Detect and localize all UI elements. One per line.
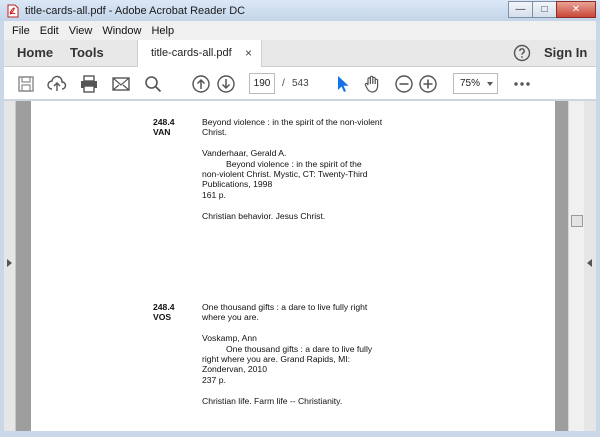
page-down-icon[interactable] bbox=[216, 74, 236, 94]
tab-bar: Home Tools title-cards-all.pdf × Sign In bbox=[4, 40, 596, 67]
close-window-button[interactable]: ✕ bbox=[556, 1, 596, 18]
card-title-cont: Christ. bbox=[202, 127, 227, 138]
expand-right-panel-icon bbox=[587, 259, 592, 267]
card-entry-line: right where you are. Grand Rapids, MI: bbox=[202, 354, 351, 365]
tab-document[interactable]: title-cards-all.pdf × bbox=[137, 40, 262, 67]
menu-help[interactable]: Help bbox=[151, 25, 174, 37]
expand-left-panel-icon bbox=[7, 259, 12, 267]
card-title-cont: where you are. bbox=[202, 312, 259, 323]
window-title: title-cards-all.pdf - Adobe Acrobat Read… bbox=[25, 4, 246, 17]
call-number-class: 248.4 bbox=[153, 117, 175, 127]
card-subjects: Christian life. Farm life -- Christianit… bbox=[202, 395, 343, 406]
card-entry-line: One thousand gifts : a dare to live full… bbox=[226, 343, 373, 354]
card-subjects: Christian behavior. Jesus Christ. bbox=[202, 210, 326, 221]
document-viewport[interactable]: 248.4 VAN Beyond violence : in the spiri… bbox=[4, 101, 596, 431]
card-author: Vanderhaar, Gerald A. bbox=[202, 148, 287, 159]
menu-view[interactable]: View bbox=[69, 25, 93, 37]
tab-home[interactable]: Home bbox=[17, 45, 53, 60]
card-author: Voskamp, Ann bbox=[202, 333, 257, 344]
minimize-button[interactable]: — bbox=[508, 1, 533, 18]
menu-file[interactable]: File bbox=[12, 25, 30, 37]
call-number-cutter: VOS bbox=[153, 312, 172, 323]
window-bottom-border bbox=[0, 431, 600, 437]
tab-tools[interactable]: Tools bbox=[70, 45, 104, 60]
chevron-down-icon bbox=[487, 82, 493, 86]
tab-close-button[interactable]: × bbox=[245, 46, 252, 60]
zoom-in-icon[interactable] bbox=[418, 74, 438, 94]
maximize-button[interactable]: □ bbox=[532, 1, 557, 18]
vertical-scrollbar[interactable] bbox=[568, 101, 584, 431]
menu-window[interactable]: Window bbox=[102, 25, 141, 37]
card-pages: 237 p. bbox=[202, 374, 226, 385]
catalog-card: One thousand gifts : a dare to live full… bbox=[202, 302, 402, 406]
total-pages: 543 bbox=[292, 78, 309, 89]
save-icon[interactable] bbox=[16, 74, 36, 94]
zoom-select[interactable]: 75% bbox=[453, 73, 498, 94]
card-entry-line: Beyond violence : in the spirit of the bbox=[226, 158, 362, 169]
page-up-icon[interactable] bbox=[191, 74, 211, 94]
search-icon[interactable] bbox=[143, 74, 163, 94]
zoom-out-icon[interactable] bbox=[394, 74, 414, 94]
scrollbar-thumb[interactable] bbox=[571, 215, 583, 227]
zoom-value: 75% bbox=[460, 78, 481, 89]
card-entry-line: Zondervan, 2010 bbox=[202, 364, 267, 375]
call-number-cutter: VAN bbox=[153, 127, 171, 138]
email-icon[interactable] bbox=[111, 74, 131, 94]
card-pages: 161 p. bbox=[202, 189, 226, 200]
call-number: 248.4 VAN bbox=[153, 117, 175, 138]
call-number-class: 248.4 bbox=[153, 302, 175, 312]
pdf-page: 248.4 VAN Beyond violence : in the spiri… bbox=[31, 101, 555, 431]
pdf-file-icon bbox=[7, 4, 19, 17]
card-title: One thousand gifts : a dare to live full… bbox=[202, 302, 368, 312]
left-panel-toggle[interactable] bbox=[4, 101, 16, 431]
card-entry-line: Publications, 1998 bbox=[202, 179, 273, 190]
menu-edit[interactable]: Edit bbox=[40, 25, 59, 37]
window-titlebar: title-cards-all.pdf - Adobe Acrobat Read… bbox=[0, 0, 600, 21]
print-icon[interactable] bbox=[79, 74, 99, 94]
menu-bar: File Edit View Window Help bbox=[4, 21, 596, 40]
call-number: 248.4 VOS bbox=[153, 302, 175, 323]
help-icon[interactable] bbox=[513, 44, 531, 62]
tab-document-label: title-cards-all.pdf bbox=[151, 47, 232, 59]
card-entry-line: non-violent Christ. Mystic, CT: Twenty-T… bbox=[202, 169, 368, 180]
toolbar: 190 / 543 75% bbox=[4, 67, 596, 100]
right-panel-toggle[interactable] bbox=[584, 101, 596, 431]
upload-icon[interactable] bbox=[47, 74, 67, 94]
page-separator: / bbox=[282, 78, 285, 89]
card-title: Beyond violence : in the spirit of the n… bbox=[202, 117, 383, 127]
sign-in-button[interactable]: Sign In bbox=[544, 45, 587, 60]
more-icon[interactable] bbox=[512, 74, 532, 94]
current-page-input[interactable]: 190 bbox=[249, 73, 275, 94]
select-arrow-icon[interactable] bbox=[332, 74, 352, 94]
catalog-card: Beyond violence : in the spirit of the n… bbox=[202, 117, 402, 221]
hand-icon[interactable] bbox=[362, 74, 382, 94]
window-controls: — □ ✕ bbox=[508, 1, 596, 18]
